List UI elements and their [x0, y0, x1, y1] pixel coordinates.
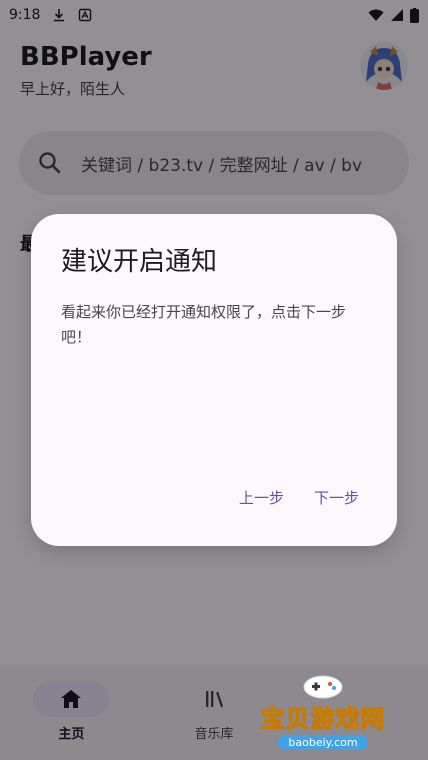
- dialog-message: 看起来你已经打开通知权限了，点击下一步吧！: [61, 303, 347, 346]
- gamepad-icon: [303, 675, 343, 699]
- dialog-title: 建议开启通知: [61, 247, 218, 277]
- dialog-actions: 上一步 下一步: [239, 487, 359, 508]
- next-step-button[interactable]: 下一步: [314, 487, 359, 508]
- watermark-logo: 宝贝游戏网 baobeiy.com: [248, 664, 398, 750]
- watermark-text: 宝贝游戏网: [260, 705, 386, 734]
- watermark-url: baobeiy.com: [278, 735, 368, 750]
- previous-step-button[interactable]: 上一步: [239, 487, 284, 508]
- notification-dialog: 建议开启通知 看起来你已经打开通知权限了，点击下一步吧！ 上一步 下一步: [31, 214, 397, 546]
